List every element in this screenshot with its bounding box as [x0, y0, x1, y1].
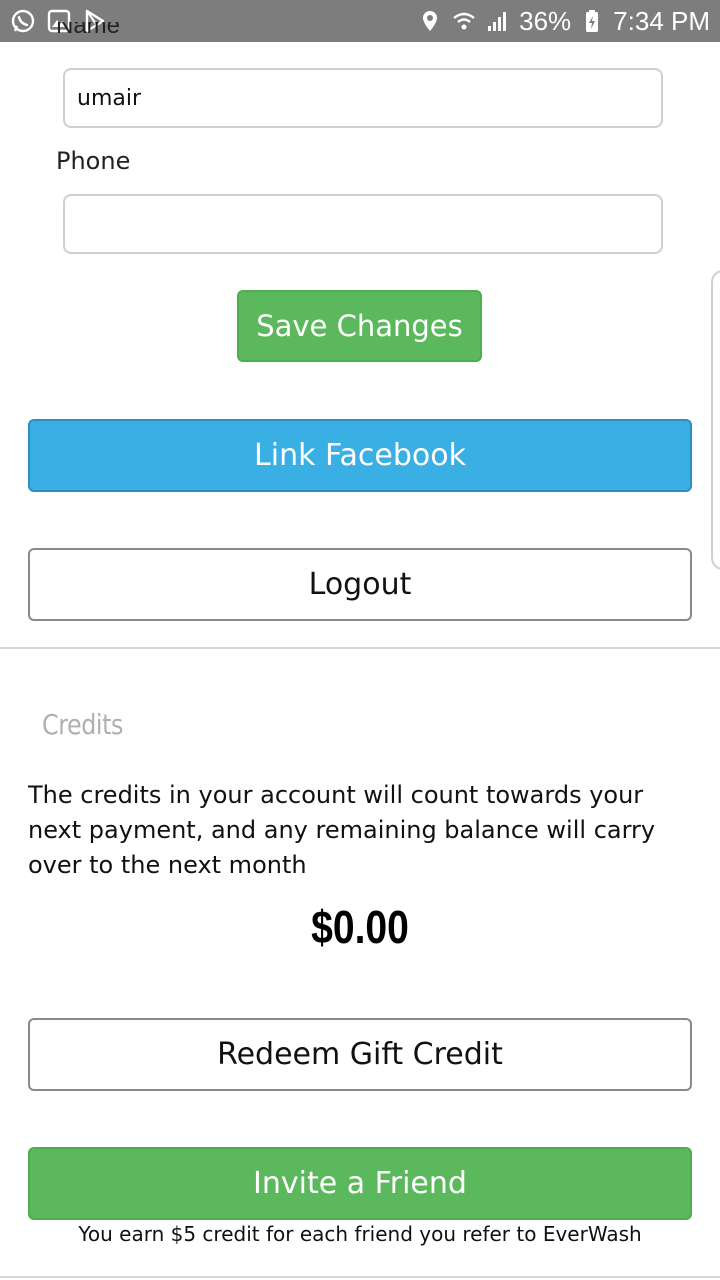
- signal-icon: [485, 8, 511, 34]
- invite-friend-button[interactable]: Invite a Friend: [28, 1147, 692, 1220]
- location-icon: [417, 8, 443, 34]
- phone-input[interactable]: [63, 194, 663, 254]
- redeem-gift-credit-button[interactable]: Redeem Gift Credit: [28, 1018, 692, 1091]
- credits-description: The credits in your account will count t…: [28, 781, 656, 879]
- referral-note: You earn $5 credit for each friend you r…: [78, 1222, 642, 1246]
- phone-label: Phone: [56, 147, 131, 175]
- battery-charging-icon: [579, 8, 605, 34]
- logout-button[interactable]: Logout: [28, 548, 692, 621]
- clock: 7:34 PM: [613, 5, 710, 36]
- credits-balance: $0.00: [311, 901, 409, 953]
- system-status: 36% 7:34 PM: [417, 6, 710, 37]
- section-divider: [0, 647, 720, 649]
- bottom-divider: [0, 1276, 720, 1278]
- name-input[interactable]: [63, 68, 663, 128]
- wifi-icon: [451, 8, 477, 34]
- name-label: Name: [56, 22, 121, 39]
- side-panel-handle[interactable]: [711, 270, 720, 570]
- battery-percent: 36%: [519, 5, 572, 36]
- credits-heading: Credits: [42, 708, 124, 741]
- save-changes-button[interactable]: Save Changes: [237, 290, 482, 362]
- link-facebook-button[interactable]: Link Facebook: [28, 419, 692, 492]
- whatsapp-icon: [10, 8, 36, 34]
